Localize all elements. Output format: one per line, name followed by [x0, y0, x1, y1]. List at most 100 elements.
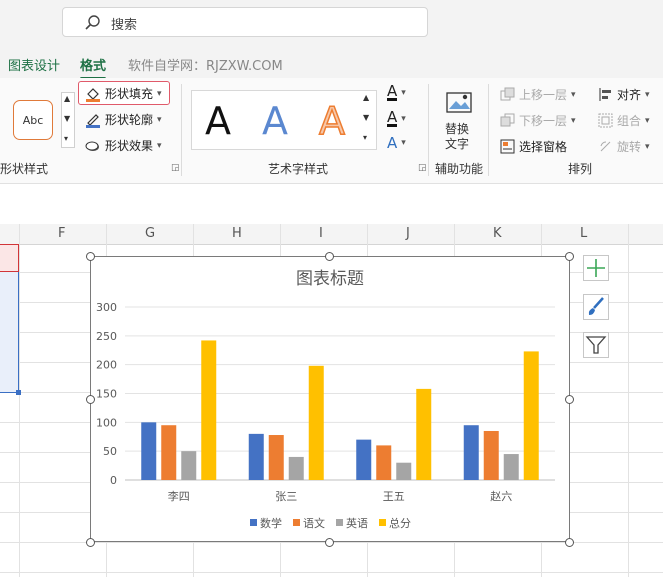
selection-pane-button[interactable]: 选择窗格 [500, 138, 567, 155]
send-backward-label: 下移一层 [519, 114, 568, 128]
bring-forward-button[interactable]: 上移一层 ▾ [500, 86, 576, 103]
alt-text-button[interactable]: 替换 文字 [440, 88, 480, 154]
group-button[interactable]: 组合 ▾ [598, 112, 650, 129]
chart-styles-button[interactable] [583, 294, 609, 320]
y-tick-label: 150 [96, 388, 117, 401]
chevron-down-icon: ▾ [157, 140, 162, 151]
alt-text-line2: 文字 [445, 137, 470, 151]
shape-fill-button[interactable]: 形状填充 ▾ [85, 85, 162, 102]
y-tick-label: 300 [96, 301, 117, 314]
pencil-icon [86, 113, 100, 128]
text-outline-button[interactable]: A ▾ [387, 110, 406, 127]
resize-handle-top[interactable] [325, 252, 334, 261]
bar-数学-张三 [248, 433, 264, 480]
bring-forward-label: 上移一层 [519, 88, 568, 102]
text-fill-button[interactable]: A ▾ [387, 84, 406, 101]
chevron-down-icon: ▾ [571, 89, 576, 100]
y-tick-label: 100 [96, 416, 117, 429]
grid-line-horizontal [0, 572, 663, 573]
chart-filters-button[interactable] [583, 332, 609, 358]
formula-area [0, 184, 663, 225]
text-effects-button[interactable]: A ▾ [387, 134, 406, 152]
resize-handle-top-left[interactable] [86, 252, 95, 261]
column-header-h[interactable]: H [232, 226, 242, 241]
chevron-down-icon: ▼ [64, 114, 71, 123]
group-divider [488, 84, 489, 176]
shape-outline-label: 形状轮廓 [105, 113, 154, 127]
group-icon [598, 113, 613, 128]
selected-range-header[interactable] [0, 244, 19, 272]
wordart-scroll[interactable]: ▲ ▼ ▾ [361, 92, 375, 148]
wordart-style-blue[interactable]: A [262, 99, 288, 143]
rotate-button[interactable]: 旋转 ▾ [598, 138, 650, 155]
legend-swatch [336, 519, 343, 526]
group-label-wordart: 艺术字样式 [268, 162, 329, 176]
resize-handle-right[interactable] [565, 395, 574, 404]
shape-style-scroll[interactable]: ▲ ▼ ▾ [61, 92, 75, 148]
bar-英语-赵六 [503, 454, 519, 480]
legend-label: 语文 [303, 516, 325, 530]
text-effects-icon: A [387, 134, 398, 152]
tab-watermark: 软件自学网：RJZXW.COM [128, 59, 283, 74]
shape-style-sample[interactable]: Abc [13, 100, 53, 140]
legend-swatch [379, 519, 386, 526]
x-tick-label: 李四 [168, 489, 190, 503]
dialog-launcher-icon[interactable]: ◲ [171, 164, 180, 173]
column-header-g[interactable]: G [145, 226, 155, 241]
shape-effects-button[interactable]: 形状效果 ▾ [85, 137, 162, 154]
text-fill-icon: A [387, 82, 398, 101]
column-header-f[interactable]: F [58, 226, 65, 241]
column-header-i[interactable]: I [319, 226, 323, 241]
chart-elements-button[interactable] [583, 255, 609, 281]
column-header-row: F G H I J K L [0, 224, 663, 245]
search-placeholder: 搜索 [111, 18, 138, 33]
ribbon: Abc ▲ ▼ ▾ 形状填充 ▾ 形状轮廓 ▾ 形状效果 ▾ 形状样式 ◲ A [0, 78, 663, 184]
search-box[interactable]: 搜索 [62, 7, 428, 37]
chevron-down-icon: ▾ [157, 114, 162, 125]
tab-format[interactable]: 格式 [80, 55, 107, 80]
resize-handle-bottom-right[interactable] [565, 538, 574, 547]
resize-handle-bottom[interactable] [325, 538, 334, 547]
wordart-style-black[interactable]: A [205, 99, 231, 143]
align-button[interactable]: 对齐 ▾ [598, 86, 650, 103]
text-outline-icon: A [387, 108, 398, 127]
column-header-j[interactable]: J [406, 226, 410, 241]
wordart-style-orange[interactable]: A [318, 98, 346, 144]
bar-总分-李四 [201, 340, 217, 480]
bring-forward-icon [500, 87, 515, 101]
column-header-k[interactable]: K [493, 226, 502, 241]
legend-label: 数学 [260, 516, 282, 530]
chart-object[interactable]: 图表标题 0 50 100 150 200 250 300 李四 张三 王五 赵六 数学 语文 英语 总分 [90, 256, 570, 542]
resize-handle-bottom-left[interactable] [86, 538, 95, 547]
plus-icon [587, 259, 605, 277]
bar-英语-李四 [181, 451, 197, 480]
bar-总分-赵六 [523, 351, 539, 480]
column-header-l[interactable]: L [580, 226, 587, 241]
tab-chart-design[interactable]: 图表设计 [8, 55, 60, 74]
y-tick-label: 200 [96, 359, 117, 372]
funnel-icon [585, 336, 607, 354]
chevron-down-icon: ▾ [571, 115, 576, 126]
bar-语文-王五 [376, 445, 392, 480]
more-icon: ▾ [363, 133, 368, 142]
y-tick-label: 250 [96, 330, 117, 343]
shape-outline-button[interactable]: 形状轮廓 ▾ [85, 111, 162, 128]
wordart-gallery[interactable]: A A A [191, 90, 377, 150]
brush-icon [588, 297, 604, 315]
y-tick-label: 50 [103, 445, 117, 458]
legend-swatch [250, 519, 257, 526]
shape-effects-label: 形状效果 [105, 139, 154, 153]
bar-英语-王五 [396, 462, 412, 480]
chevron-down-icon: ▾ [645, 115, 650, 126]
chevron-down-icon: ▼ [363, 113, 370, 122]
shape-effects-icon [85, 141, 99, 151]
send-backward-button[interactable]: 下移一层 ▾ [500, 112, 576, 129]
chevron-down-icon: ▾ [401, 87, 406, 98]
resize-handle-top-right[interactable] [565, 252, 574, 261]
grid-line-vertical [628, 224, 629, 577]
fill-handle[interactable] [16, 390, 21, 395]
bar-语文-李四 [161, 425, 177, 480]
resize-handle-left[interactable] [86, 395, 95, 404]
chart-title: 图表标题 [296, 269, 364, 289]
dialog-launcher-icon[interactable]: ◲ [418, 164, 427, 173]
